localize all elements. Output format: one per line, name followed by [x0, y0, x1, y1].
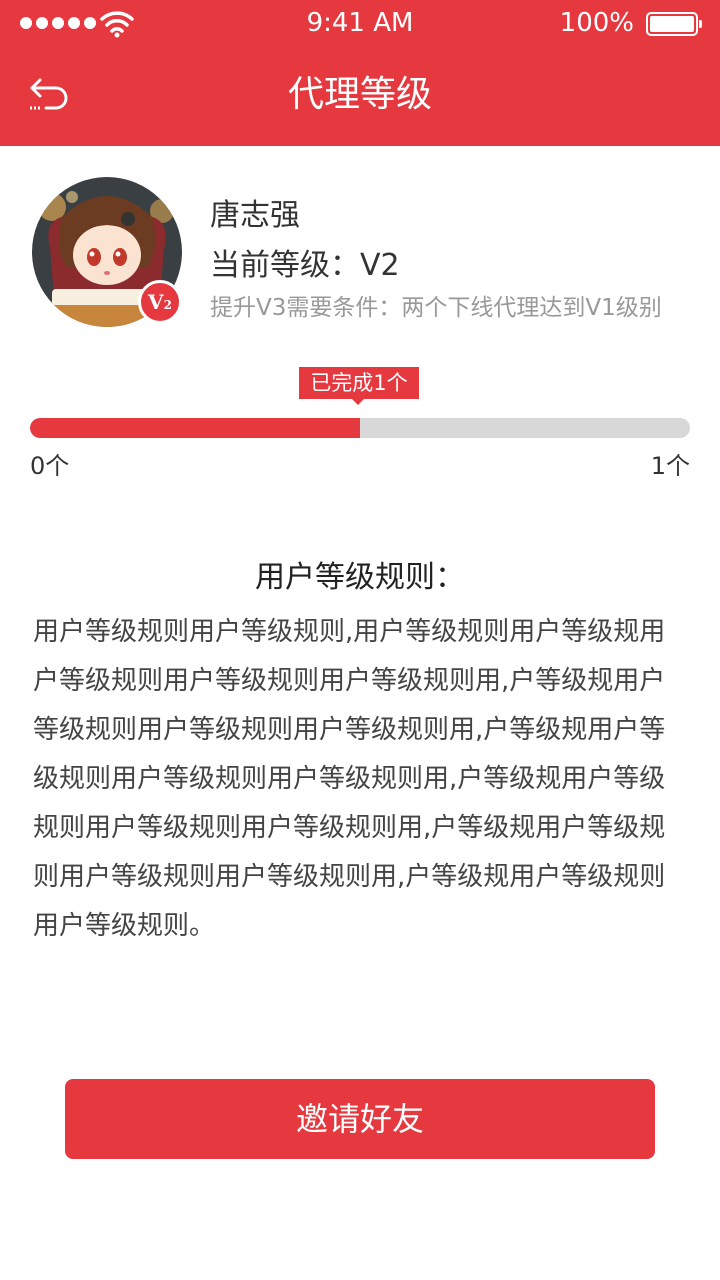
progress-bar	[30, 418, 690, 438]
rules-body: 用户等级规则用户等级规则,用户等级规则用户等级规用户等级规则用户等级规则用户等级…	[33, 617, 666, 941]
invite-friends-button[interactable]: 邀请好友	[65, 1079, 655, 1159]
progress-fill	[30, 418, 360, 438]
user-name: 唐志强	[210, 198, 300, 233]
battery-icon	[646, 12, 702, 36]
page-title: 代理等级	[287, 74, 432, 115]
current-level: 当前等级：V2	[210, 248, 400, 283]
progress-min-label: 0个	[30, 452, 70, 480]
progress-max-label: 1个	[650, 452, 690, 480]
upgrade-condition: 提升V3需要条件：两个下线代理达到V1级别	[210, 295, 662, 321]
battery-percentage: 100%	[559, 8, 634, 38]
status-bar: 9:41 AM 100%	[0, 0, 720, 48]
rules-title: 用户等级规则：	[255, 560, 465, 595]
progress-tooltip: 已完成1个	[299, 367, 419, 405]
header: 9:41 AM 100% 代理等级	[0, 0, 720, 146]
level-badge: V2	[138, 280, 182, 324]
